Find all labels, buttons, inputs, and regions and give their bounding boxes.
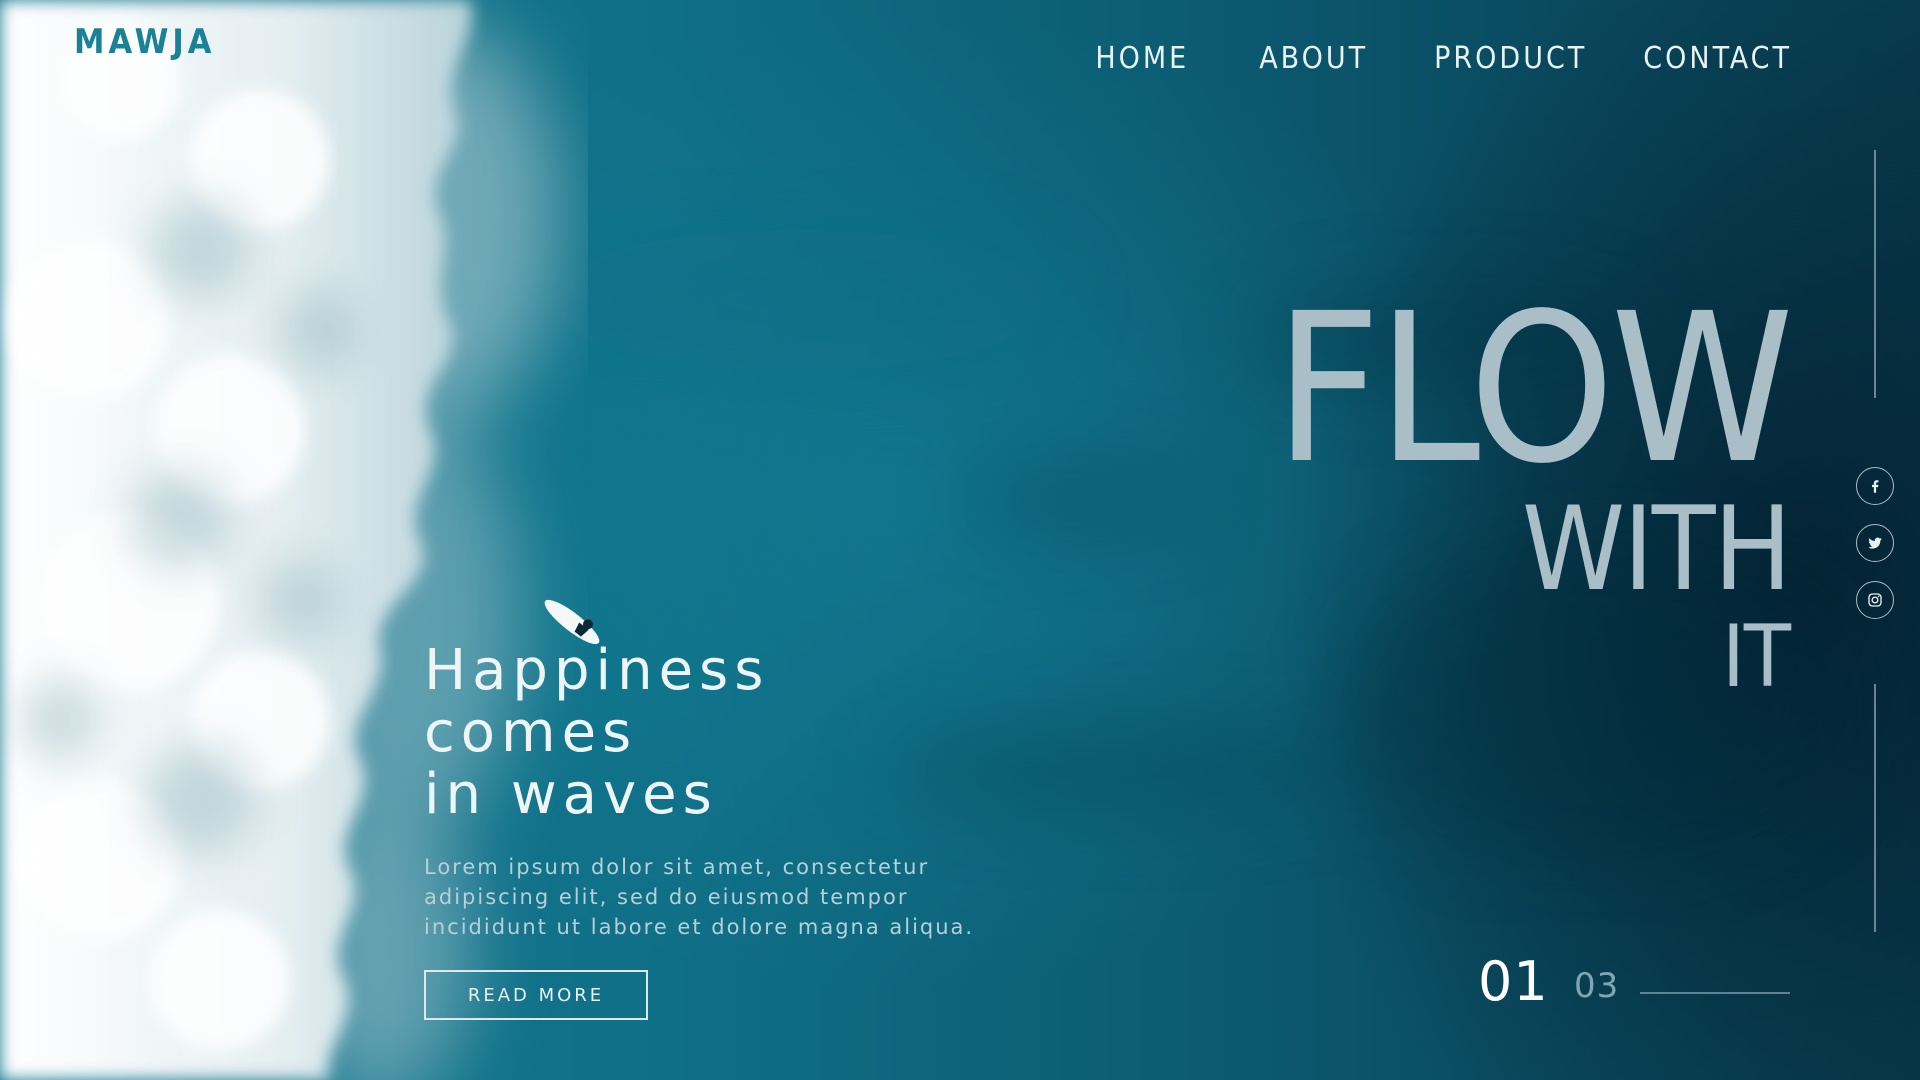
description-line-1: Lorem ipsum dolor sit amet, consectetur <box>424 855 930 879</box>
instagram-button[interactable] <box>1856 581 1894 619</box>
description-line-2: adipiscing elit, sed do eiusmod tempor <box>424 885 909 909</box>
read-more-button[interactable]: READ MORE <box>424 970 648 1020</box>
headline-line-3: IT <box>1721 607 1791 707</box>
tagline-line-3: in waves <box>424 762 718 827</box>
facebook-button[interactable] <box>1856 467 1894 505</box>
tagline-line-1: Happiness <box>424 638 770 703</box>
brand-logo[interactable]: MAWJA <box>74 22 215 62</box>
twitter-button[interactable] <box>1856 524 1894 562</box>
hero-tagline: Happiness comes in waves <box>424 640 769 826</box>
main-nav: HOME ABOUT PRODUCT CONTACT <box>1095 38 1792 78</box>
divider-line-top <box>1874 150 1876 398</box>
facebook-icon <box>1872 480 1879 493</box>
instagram-icon <box>1868 593 1882 607</box>
nav-product[interactable]: PRODUCT <box>1434 41 1587 76</box>
hero-headline: FLOW WITH IT <box>1274 269 1794 707</box>
slide-progress-line <box>1640 992 1790 994</box>
hero-description: Lorem ipsum dolor sit amet, consectetur … <box>424 852 1044 942</box>
nav-about[interactable]: ABOUT <box>1259 41 1368 76</box>
nav-home[interactable]: HOME <box>1095 41 1189 76</box>
headline-line-1: FLOW <box>1274 269 1794 509</box>
description-line-3: incididunt ut labore et dolore magna ali… <box>424 915 975 939</box>
tagline-line-2: comes <box>424 700 638 765</box>
nav-contact[interactable]: CONTACT <box>1643 41 1792 76</box>
slide-total-number: 03 <box>1574 966 1620 1006</box>
divider-line-bottom <box>1874 684 1876 932</box>
twitter-icon <box>1868 537 1882 549</box>
slide-current-number: 01 <box>1478 950 1549 1013</box>
headline-line-2: WITH <box>1521 482 1792 617</box>
